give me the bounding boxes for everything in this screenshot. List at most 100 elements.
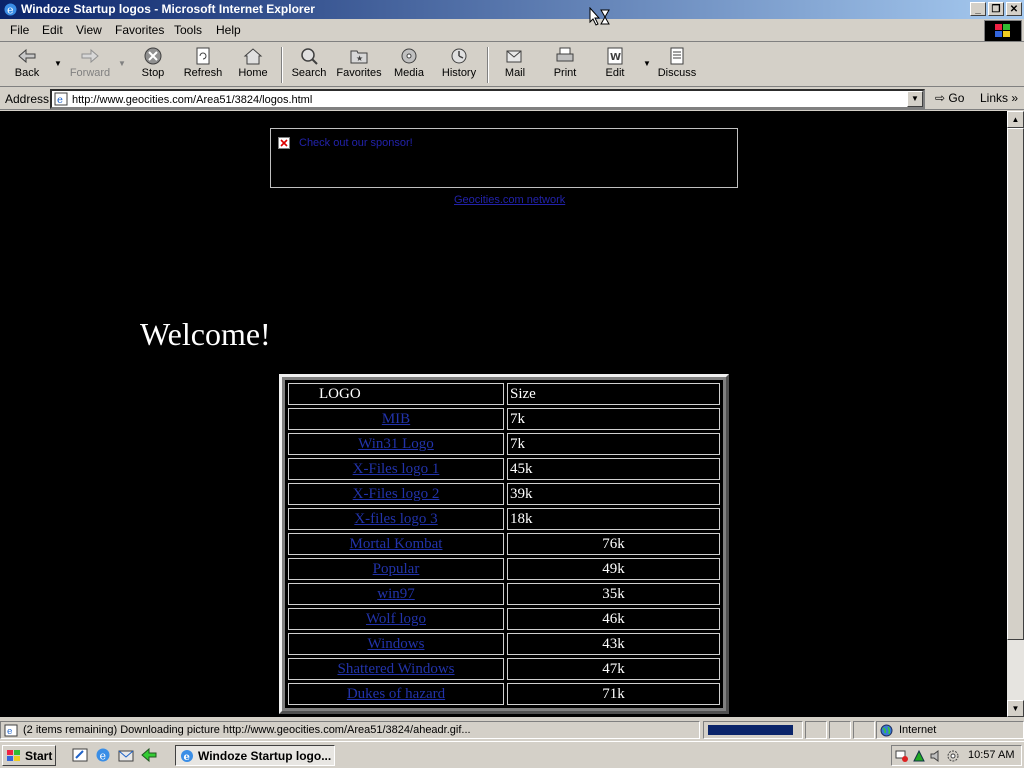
mail-button[interactable]: Mail [490,45,540,85]
links-button[interactable]: Links » [980,91,1018,105]
size-cell: 39k [507,483,720,505]
go-arrow-icon: ⇨ [935,91,946,105]
start-button[interactable]: Start [2,745,56,766]
menu-file[interactable]: File [10,23,29,37]
windows-flag-icon [7,750,20,761]
minimize-button[interactable]: _ [970,2,986,16]
logo-cell: X-Files logo 2 [288,483,504,505]
logo-link[interactable]: Wolf logo [366,611,426,627]
forward-dropdown-icon[interactable]: ▼ [118,59,126,68]
close-button[interactable]: ✕ [1006,2,1022,16]
logo-cell: Wolf logo [288,608,504,630]
restore-button[interactable]: ❐ [988,2,1004,16]
address-dropdown-button[interactable]: ▼ [907,91,923,107]
zone-label: Internet [899,724,937,736]
logo-table-frame: LOGO Size MIB 7k Win31 Logo 7k X-Files logo … [279,374,729,714]
scroll-down-arrow-icon[interactable]: ▼ [1007,700,1024,717]
show-desktop-icon[interactable] [72,747,88,763]
print-button[interactable]: Print [540,45,590,85]
ie-page-icon: e [54,92,68,106]
media-icon [401,48,417,64]
edit-button[interactable]: W Edit [590,45,640,85]
status-text: (2 items remaining) Downloading picture … [23,724,471,736]
svg-text:e: e [7,4,14,17]
search-button[interactable]: Search [284,45,334,85]
header-logo: LOGO [288,383,504,405]
status-pane [853,721,875,739]
back-arrow-icon[interactable] [141,747,157,763]
go-button[interactable]: ⇨ Go [935,91,964,105]
back-button[interactable]: Back [2,45,52,85]
history-icon [451,48,467,64]
loading-page-icon: e [4,724,18,737]
svg-text:★: ★ [356,54,363,63]
size-cell: 43k [507,633,720,655]
svg-text:W: W [610,52,621,63]
logo-link[interactable]: X-Files logo 2 [353,486,440,502]
media-button[interactable]: Media [384,45,434,85]
clock: 10:57 AM [968,749,1015,761]
logo-link[interactable]: Win31 Logo [358,436,434,452]
volume-icon[interactable] [929,749,943,763]
url-input[interactable] [72,92,902,107]
sponsor-banner[interactable]: Check out our sponsor! [270,128,738,188]
address-bar: Address e ▼ ⇨ Go Links » [0,88,1024,110]
logo-link[interactable]: Windows [368,636,425,652]
welcome-heading: Welcome! [140,316,271,352]
forward-button[interactable]: Forward [65,45,115,85]
address-field[interactable]: e ▼ [50,89,925,109]
menu-favorites[interactable]: Favorites [115,23,164,37]
geocities-network-link[interactable]: Geocities.com network [454,194,565,206]
table-row: Wolf logo 46k [288,608,720,630]
table-row: Popular 49k [288,558,720,580]
header-size: Size [507,383,720,405]
progress-bar [703,721,803,739]
home-button[interactable]: Home [228,45,278,85]
address-label: Address [5,92,50,106]
stop-button[interactable]: Stop [128,45,178,85]
search-icon [301,48,318,65]
back-dropdown-icon[interactable]: ▼ [54,59,62,68]
logo-link[interactable]: Shattered Windows [337,661,454,677]
table-row: win97 35k [288,583,720,605]
size-cell: 7k [507,408,720,430]
size-cell: 47k [507,658,720,680]
logo-link[interactable]: X-Files logo 1 [353,461,440,477]
menu-tools[interactable]: Tools [174,23,202,37]
logo-link[interactable]: Dukes of hazard [347,686,445,702]
size-cell: 45k [507,458,720,480]
printer-icon [556,47,574,62]
edit-dropdown-icon[interactable]: ▼ [643,59,651,68]
internet-explorer-icon[interactable]: e [95,747,111,763]
discuss-button[interactable]: Discuss [652,45,702,85]
logo-link[interactable]: Mortal Kombat [350,536,443,552]
favorites-button[interactable]: ★ Favorites [334,45,384,85]
logo-link[interactable]: Popular [373,561,420,577]
logo-cell: MIB [288,408,504,430]
settings-gear-icon[interactable] [946,749,960,763]
scroll-thumb[interactable] [1007,128,1024,640]
logo-cell: win97 [288,583,504,605]
refresh-button[interactable]: Refresh [178,45,228,85]
taskbar-task-ie[interactable]: e Windoze Startup logo... [175,745,335,766]
svg-text:e: e [7,727,12,737]
outlook-express-icon[interactable] [118,747,134,763]
antivirus-icon[interactable] [912,749,926,763]
logo-link[interactable]: win97 [377,586,415,602]
security-zone: Internet [876,721,1024,739]
history-button[interactable]: History [434,45,484,85]
svg-text:e: e [184,752,190,763]
logo-cell: Dukes of hazard [288,683,504,705]
menu-help[interactable]: Help [216,23,241,37]
network-icon[interactable] [895,749,909,763]
home-icon [243,48,263,65]
logo-link[interactable]: X-files logo 3 [354,511,437,527]
logo-link[interactable]: MIB [382,411,410,427]
banner-alt-text[interactable]: Check out our sponsor! [299,137,413,149]
size-cell: 76k [507,533,720,555]
scroll-up-arrow-icon[interactable]: ▲ [1007,111,1024,128]
menu-edit[interactable]: Edit [42,23,63,37]
logo-table: LOGO Size MIB 7k Win31 Logo 7k X-Files logo … [285,380,723,708]
menu-view[interactable]: View [76,23,102,37]
vertical-scrollbar[interactable]: ▲ ▼ [1007,111,1024,717]
